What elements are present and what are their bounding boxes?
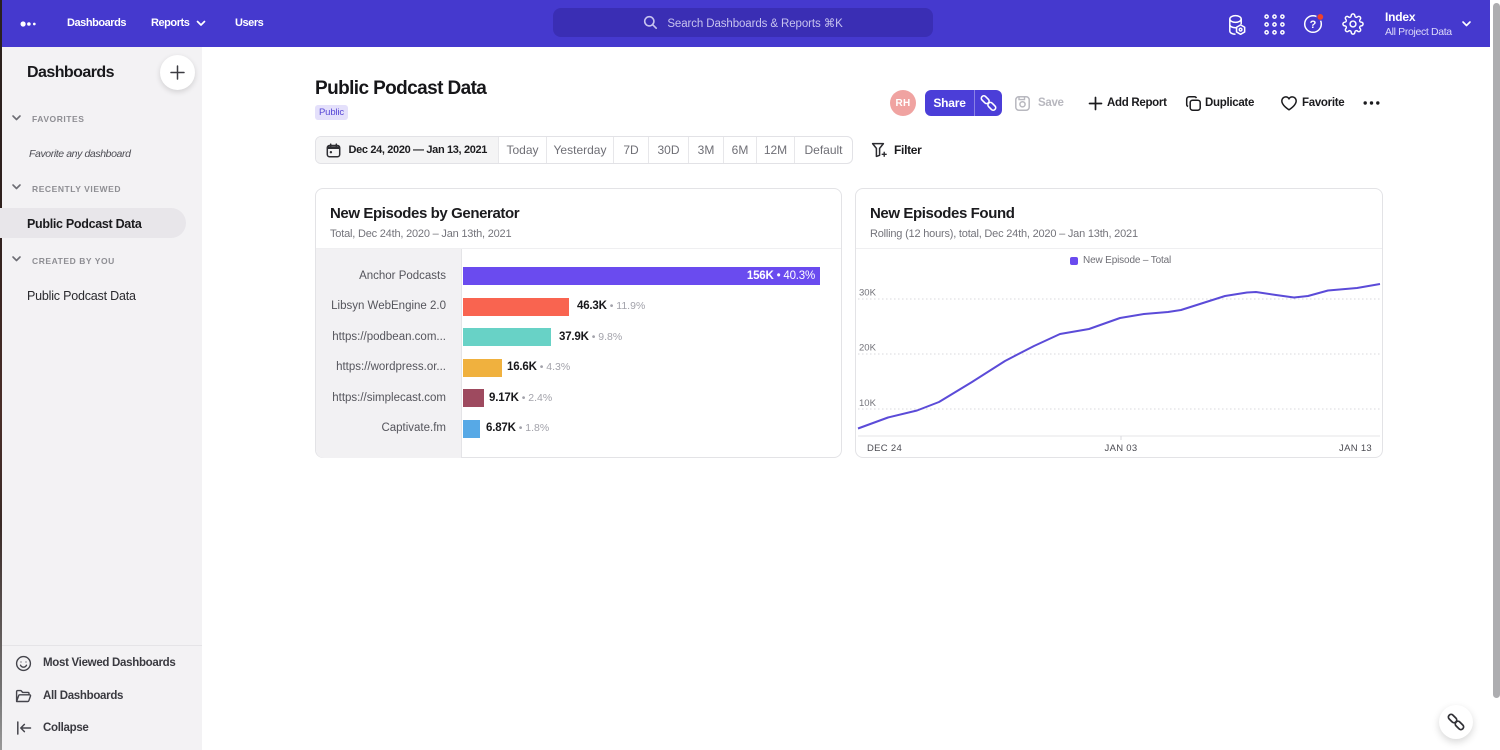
svg-text:20K: 20K [859, 343, 877, 354]
svg-text:JAN 03: JAN 03 [1105, 443, 1138, 454]
svg-text:JAN 13: JAN 13 [1339, 443, 1372, 454]
svg-text:10K: 10K [859, 398, 877, 409]
svg-text:DEC 24: DEC 24 [867, 443, 902, 454]
svg-text:?: ? [1310, 19, 1317, 31]
svg-text:30K: 30K [859, 288, 877, 299]
